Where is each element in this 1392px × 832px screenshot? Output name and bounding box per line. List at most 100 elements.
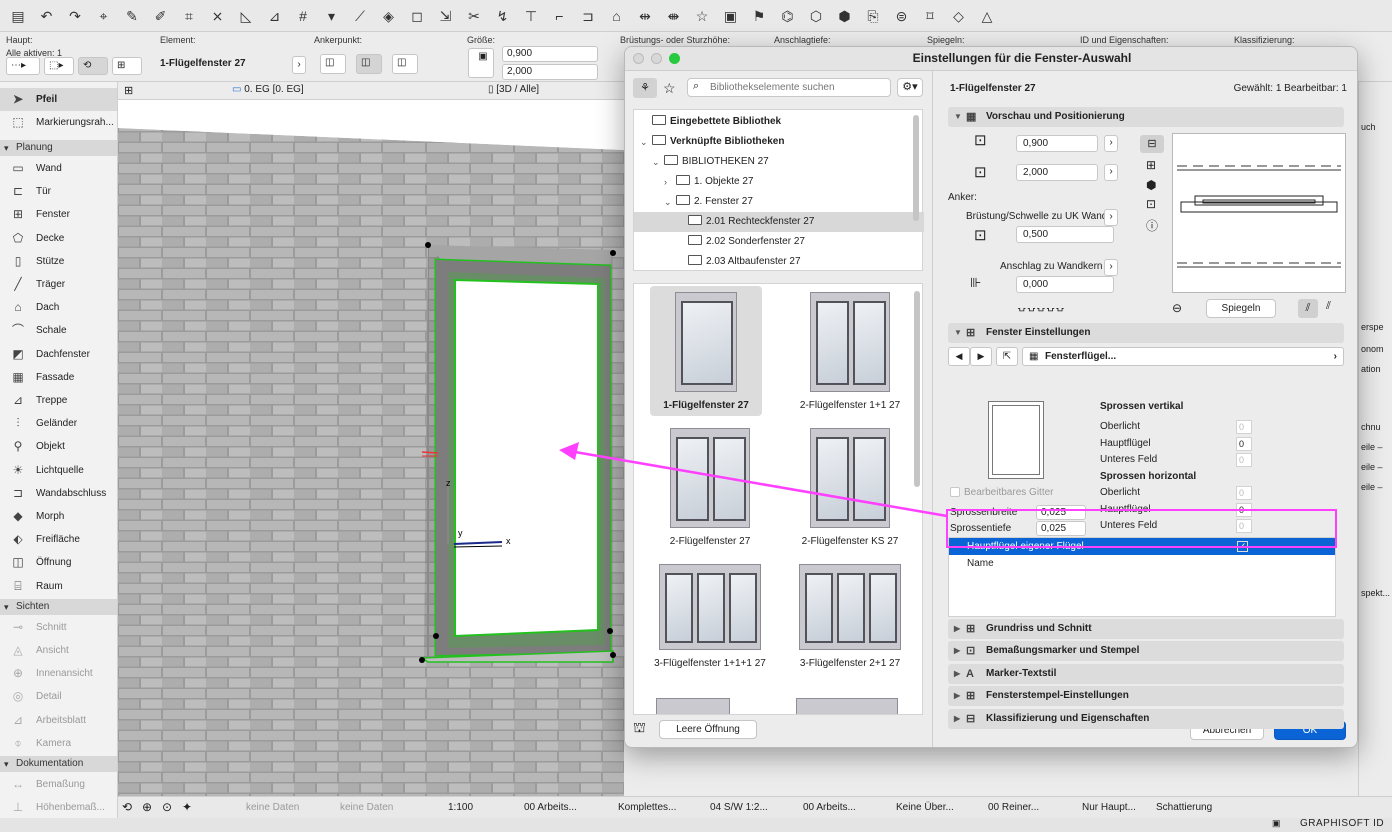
editable-grid-checkbox[interactable] xyxy=(950,487,960,497)
bar-width-field[interactable]: 0,025 xyxy=(1036,505,1086,520)
tool-opening[interactable]: ◫ Öffnung xyxy=(0,551,117,574)
section-preview-positioning[interactable]: ▼ ▦ Vorschau und Positionierung xyxy=(948,107,1344,127)
parameter-row[interactable]: Hauptflügel eigener Flügel ✓ xyxy=(949,538,1335,555)
walk-icon[interactable]: ✦ xyxy=(182,797,192,818)
collapsed-section-header[interactable]: ▶ A Marker-Textstil xyxy=(948,663,1344,684)
roof-trim-icon[interactable]: ⌂ xyxy=(607,6,627,26)
tree-item[interactable]: ⌄ Verknüpfte Bibliotheken xyxy=(634,132,924,152)
width-field[interactable]: 0,900 xyxy=(502,46,598,62)
fillet-icon[interactable]: ⌐ xyxy=(550,6,570,26)
minimize-window-icon[interactable] xyxy=(651,53,662,64)
tool-marquee[interactable]: ⬚ Markierungsrah... xyxy=(0,111,117,134)
library-settings-gear-icon[interactable]: ⚙▾ xyxy=(897,78,923,97)
tool-column[interactable]: ▯ Stütze xyxy=(0,250,117,273)
tool-elevation[interactable]: ◬ Ansicht xyxy=(0,639,117,662)
tool-morph[interactable]: ◆ Morph xyxy=(0,505,117,528)
previous-page-icon[interactable]: ◀ xyxy=(948,347,970,366)
zoom-window-icon[interactable] xyxy=(669,53,680,64)
reveal-field[interactable]: 0,000 xyxy=(1016,276,1114,293)
palette-section-header[interactable]: Dokumentation xyxy=(0,756,117,772)
suspend-groups-icon[interactable]: ◻ xyxy=(407,6,427,26)
tool-wall-end[interactable]: ⊐ Wandabschluss xyxy=(0,482,117,505)
collapsed-section-header[interactable]: ▶ ⊡ Bemaßungsmarker und Stempel xyxy=(948,641,1344,662)
search-input[interactable] xyxy=(710,80,888,95)
tool-zone[interactable]: ⌸ Raum xyxy=(0,575,117,598)
grid-snap-icon[interactable]: # xyxy=(293,6,313,26)
tag-icon[interactable]: ⌑ xyxy=(920,6,940,26)
library-item[interactable]: 1-Flügelfenster 27 xyxy=(650,286,762,416)
status-item[interactable]: Keine Über... xyxy=(896,797,954,818)
model-icon[interactable]: ⬢ xyxy=(835,6,855,26)
elevate-icon[interactable]: ⊤ xyxy=(521,6,541,26)
tool-interior-elevation[interactable]: ⊕ Innenansicht xyxy=(0,662,117,685)
collapsed-section-header[interactable]: ▶ ⊞ Grundriss und Schnitt xyxy=(948,619,1344,639)
tree-twisty-icon[interactable]: ⌄ xyxy=(664,192,672,212)
attributes-icon[interactable]: ⊜ xyxy=(892,6,912,26)
tool-roof[interactable]: ⌂ Dach xyxy=(0,296,117,319)
height-chevron-icon[interactable]: › xyxy=(1104,164,1118,181)
palette-section-header[interactable]: Planung xyxy=(0,140,117,156)
tree-item[interactable]: 2.01 Rechteckfenster 27 xyxy=(634,212,924,232)
tool-dimension[interactable]: ↔ Bemaßung xyxy=(0,773,117,796)
eyedropper-icon[interactable]: ✎ xyxy=(122,6,142,26)
mullion-count-field[interactable]: 0 xyxy=(1236,436,1252,451)
library-item[interactable]: 2-Flügelfenster 1+1 27 xyxy=(780,286,920,416)
tool-shell[interactable]: ⌒ Schale xyxy=(0,319,117,342)
magic-wand-icon[interactable]: ⌗ xyxy=(179,6,199,26)
pen-set-icon[interactable]: ⟋ xyxy=(350,6,370,26)
mirror-icon[interactable]: ⊖ xyxy=(1172,301,1182,315)
selection-settings-icon[interactable]: ▣ xyxy=(721,6,741,26)
tool-skylight[interactable]: ◩ Dachfenster xyxy=(0,343,117,366)
tool-door[interactable]: ⊏ Tür xyxy=(0,180,117,203)
renovation-icon[interactable]: ⌬ xyxy=(778,6,798,26)
collapsed-section-header[interactable]: ▶ ⊞ Fensterstempel-Einstellungen xyxy=(948,686,1344,707)
solid-ops-icon[interactable]: △ xyxy=(977,6,997,26)
measure-icon[interactable]: ⇲ xyxy=(436,6,456,26)
sill-field[interactable]: 0,500 xyxy=(1016,226,1114,243)
section-window-settings[interactable]: ▼ ⊞ Fenster Einstellungen xyxy=(948,323,1344,343)
width-field[interactable]: 0,900 xyxy=(1016,135,1098,152)
tool-arrow[interactable]: ➤ Pfeil xyxy=(0,88,117,111)
close-window-icon[interactable] xyxy=(633,53,644,64)
library-view-icon[interactable]: ⚘ xyxy=(633,78,657,98)
tree-twisty-icon[interactable]: ⌄ xyxy=(652,152,660,172)
tool-object[interactable]: ⚲ Objekt xyxy=(0,435,117,458)
tree-twisty-icon[interactable]: › xyxy=(664,172,667,192)
status-item[interactable]: Komplettes... xyxy=(618,797,676,818)
guide-lines-icon[interactable]: ⊿ xyxy=(265,6,285,26)
height-field[interactable]: 2,000 xyxy=(1016,164,1098,181)
undo-icon[interactable]: ↶ xyxy=(37,6,57,26)
tool-slab[interactable]: ⬠ Decke xyxy=(0,227,117,250)
tool-camera[interactable]: ⌽ Kamera xyxy=(0,732,117,755)
tool-window[interactable]: ⊞ Fenster xyxy=(0,203,117,226)
marquee-dropdown[interactable]: ⬚▸ xyxy=(44,57,74,75)
grid-preview-icon[interactable]: ⊞ xyxy=(1146,158,1156,172)
save-icon[interactable]: ▤ xyxy=(8,6,28,26)
palette-section-header[interactable]: Sichten xyxy=(0,598,117,615)
tree-twisty-icon[interactable]: ⌄ xyxy=(640,132,648,152)
tree-item[interactable]: 2.03 Altbaufenster 27 xyxy=(634,252,924,272)
redo-icon[interactable]: ↷ xyxy=(65,6,85,26)
status-item[interactable]: keine Daten xyxy=(340,797,393,818)
pointer-tool-icon[interactable]: ⌖ xyxy=(94,6,114,26)
gravity-icon[interactable]: ▾ xyxy=(322,6,342,26)
tree-item[interactable]: ⌄ 2. Fenster 27 xyxy=(634,192,924,212)
align-icon[interactable]: ⇼ xyxy=(664,6,684,26)
layer-icon[interactable]: ◈ xyxy=(379,6,399,26)
tree-item[interactable]: › 1. Objekte 27 xyxy=(634,172,924,192)
zoom-in-icon[interactable]: ⟲ xyxy=(122,797,132,818)
status-item[interactable]: 04 S/W 1:2... xyxy=(710,797,768,818)
reveal-chevron-icon[interactable]: › xyxy=(1104,259,1118,276)
parameter-row[interactable]: Name xyxy=(949,555,1335,572)
anchor-options-icon[interactable]: ⍽⍽⍽⍽⍽ xyxy=(1018,301,1066,312)
collapsed-section-header[interactable]: ▶ ⊟ Klassifizierung und Eigenschaften xyxy=(948,708,1344,729)
anchor-center-icon[interactable]: ◫ xyxy=(356,54,382,74)
status-item[interactable]: 00 Arbeits... xyxy=(803,797,856,818)
page-selector-dropdown[interactable]: ▦ Fensterflügel... › xyxy=(1022,347,1344,366)
height-field[interactable]: 2,000 xyxy=(502,64,598,80)
library-item[interactable]: 2-Flügelfenster KS 27 xyxy=(780,422,920,552)
info-icon[interactable]: ⓘ xyxy=(1146,217,1158,234)
status-item[interactable]: 00 Arbeits... xyxy=(524,797,577,818)
gallery-scrollbar[interactable] xyxy=(914,291,920,487)
3d-preview-icon[interactable]: ⬢ xyxy=(1146,178,1156,192)
